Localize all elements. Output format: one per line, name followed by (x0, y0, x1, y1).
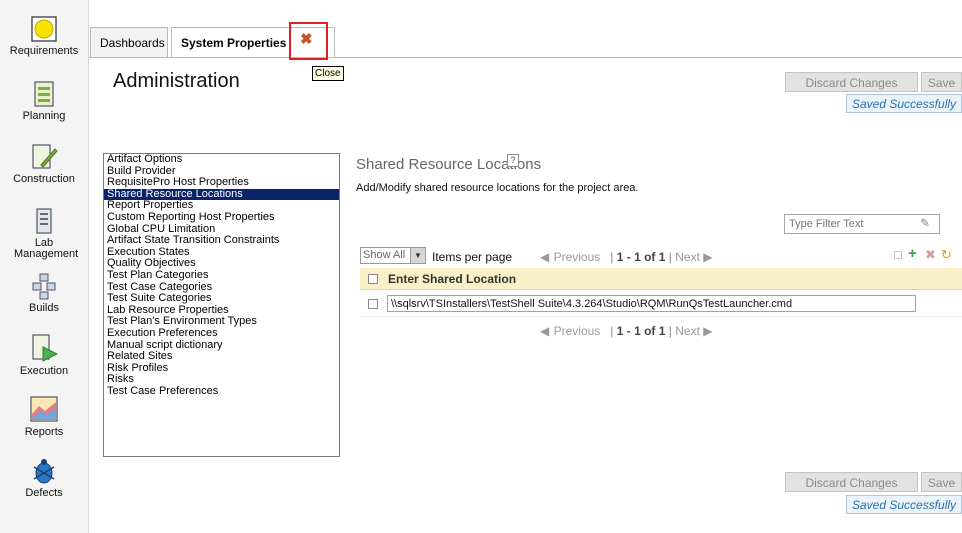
lab-management-icon (36, 208, 52, 234)
nav-item-planning[interactable]: Planning (0, 80, 88, 122)
construction-icon (32, 144, 58, 169)
nav-item-builds[interactable]: Builds (0, 272, 88, 314)
close-icon[interactable]: ✖ (300, 30, 313, 48)
pager-separator: | (603, 324, 614, 338)
table-row (360, 292, 962, 317)
pager-range: 1 - 1 of 1 (616, 324, 666, 338)
close-tooltip: Close (312, 66, 344, 81)
nav-item-lab-management[interactable]: Lab Management (0, 207, 88, 260)
document-icon[interactable]: □ (894, 247, 902, 262)
property-list-item[interactable]: Test Suite Categories (104, 293, 339, 305)
items-per-page-label: Items per page (432, 250, 513, 264)
nav-label: Execution (19, 365, 69, 377)
pager-next-link[interactable]: Next (675, 324, 700, 338)
save-button[interactable]: Save (921, 72, 962, 92)
last-page-icon[interactable]: ▶ (703, 324, 712, 338)
nav-label: Lab Management (14, 237, 79, 260)
defects-icon (33, 459, 55, 484)
first-page-icon[interactable]: ◀ (540, 250, 550, 264)
nav-label: Defects (25, 487, 63, 499)
planning-icon (34, 81, 54, 107)
tab-divider (89, 57, 962, 58)
dropdown-arrow-icon[interactable]: ▼ (410, 248, 425, 263)
last-page-icon[interactable]: ▶ (703, 250, 712, 264)
property-list-item[interactable]: Risk Profiles (104, 362, 339, 375)
delete-icon[interactable]: ✖ (925, 247, 936, 263)
save-button-bottom[interactable]: Save (921, 472, 962, 492)
property-list-item[interactable]: Custom Reporting Host Properties (104, 211, 339, 224)
property-list[interactable]: Artifact Options Build Provider RequisiteP… (103, 153, 340, 457)
pager-separator: | (668, 324, 672, 338)
pager-bottom: ◀ Previous | 1 - 1 of 1 | Next ▶ (540, 324, 713, 338)
builds-icon (32, 273, 56, 300)
property-list-item[interactable]: Test Case Preferences (104, 385, 339, 398)
help-icon[interactable]: ? (507, 154, 519, 167)
select-all-checkbox[interactable] (368, 274, 378, 284)
nav-label: Reports (24, 426, 64, 438)
pager-separator: | (603, 250, 614, 264)
pager-previous-link[interactable]: Previous (554, 324, 601, 338)
nav-item-defects[interactable]: Defects (0, 457, 88, 499)
nav-item-construction[interactable]: Construction (0, 143, 88, 185)
refresh-icon[interactable]: ↻ (941, 247, 952, 263)
table-header: Enter Shared Location (360, 268, 962, 290)
items-per-page-select[interactable]: Show All ▼ (360, 247, 426, 264)
nav-item-requirements[interactable]: Requirements (0, 15, 88, 57)
pager-next-link[interactable]: Next (675, 250, 700, 264)
property-list-item[interactable]: Execution Preferences (104, 327, 339, 340)
page-title: Administration (113, 70, 240, 92)
tab-label: System Properties (181, 36, 287, 50)
shared-location-input[interactable] (387, 295, 916, 312)
discard-changes-button[interactable]: Discard Changes (785, 72, 918, 92)
saved-status-badge: Saved Successfully (846, 94, 962, 113)
pager-range: 1 - 1 of 1 (616, 250, 666, 264)
nav-item-execution[interactable]: Execution (0, 333, 88, 377)
select-value: Show All (363, 249, 406, 261)
row-checkbox[interactable] (368, 299, 378, 309)
column-header-location: Enter Shared Location (388, 272, 517, 286)
nav-item-reports[interactable]: Reports (0, 394, 88, 438)
filter-input[interactable] (784, 214, 940, 234)
pager-previous-link[interactable]: Previous (554, 250, 601, 264)
discard-changes-button-bottom[interactable]: Discard Changes (785, 472, 918, 492)
section-description: Add/Modify shared resource locations for… (356, 182, 639, 194)
eraser-icon[interactable]: ✎ (920, 216, 930, 230)
property-list-item[interactable]: Test Plan Categories (104, 269, 339, 282)
nav-label: Builds (29, 302, 59, 314)
requirements-icon (31, 16, 57, 42)
execution-icon (32, 334, 59, 362)
reports-icon (30, 396, 58, 422)
first-page-icon[interactable]: ◀ (540, 324, 550, 338)
left-navigation: Requirements Planning Construction Lab M… (0, 0, 89, 533)
add-icon[interactable]: + (908, 245, 917, 262)
property-list-item[interactable]: Related Sites (104, 350, 339, 363)
saved-status-badge-bottom: Saved Successfully (846, 495, 962, 514)
pager-top: ◀ Previous | 1 - 1 of 1 | Next ▶ (540, 250, 713, 264)
property-list-item[interactable]: Artifact Options (104, 153, 339, 166)
tab-bar: Dashboards System Properties ✖ (89, 0, 962, 60)
nav-label: Requirements (9, 45, 79, 57)
nav-label: Construction (13, 173, 75, 185)
pager-separator: | (668, 250, 672, 264)
tab-dashboards[interactable]: Dashboards (90, 27, 168, 57)
nav-label: Planning (22, 110, 66, 122)
property-list-item[interactable]: Artifact State Transition Constraints (104, 235, 339, 247)
